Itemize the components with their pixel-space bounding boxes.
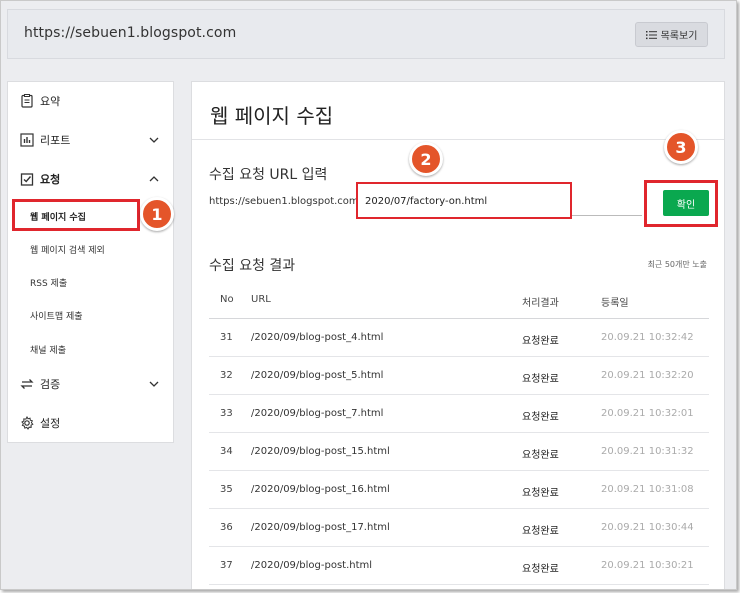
table-row: 34 /2020/09/blog-post_15.html 요청완료 20.09… — [209, 433, 709, 471]
url-prefix: https://sebuen1.blogspot.com/ — [209, 196, 363, 207]
annotation-badge-3: 3 — [664, 130, 698, 164]
chevron-up-icon — [149, 176, 159, 182]
cell-date: 20.09.21 10:30:44 — [601, 522, 694, 533]
sidebar-item-verify[interactable]: 검증 — [8, 369, 173, 399]
sidebar-item-label: 요약 — [40, 95, 61, 108]
cell-no: 35 — [220, 484, 233, 495]
summary-icon — [21, 94, 33, 108]
sidebar-subitem-sitemap-submit[interactable]: 사이트맵 제출 — [30, 309, 83, 322]
sidebar-item-label: 리포트 — [40, 134, 71, 147]
header-url: URL — [251, 294, 271, 305]
table-row: 33 /2020/09/blog-post_7.html 요청완료 20.09.… — [209, 395, 709, 433]
cell-date: 20.09.21 10:32:01 — [601, 408, 694, 419]
annotation-badge-2: 2 — [409, 142, 443, 176]
app-window: https://sebuen1.blogspot.com 목록보기 요약 리포트… — [0, 0, 737, 590]
cell-url: /2020/09/blog-post.html — [251, 560, 373, 571]
url-input-section-title: 수집 요청 URL 입력 — [209, 167, 328, 183]
cell-no: 33 — [220, 408, 233, 419]
cell-date: 20.09.21 10:31:32 — [601, 446, 694, 457]
header-date: 등록일 — [601, 298, 629, 309]
list-icon — [645, 30, 657, 39]
table-row: 35 /2020/09/blog-post_16.html 요청완료 20.09… — [209, 471, 709, 509]
cell-url: /2020/09/blog-post_17.html — [251, 522, 390, 533]
url-input-underline — [572, 215, 642, 216]
cell-date: 20.09.21 10:32:42 — [601, 332, 694, 343]
sidebar-item-settings[interactable]: 설정 — [8, 408, 173, 438]
request-icon — [20, 173, 34, 186]
cell-status: 요청완료 — [522, 488, 559, 499]
cell-no: 36 — [220, 522, 233, 533]
url-input[interactable]: 2020/07/factory-on.html — [356, 182, 572, 219]
table-header: No URL 처리결과 등록일 — [209, 292, 709, 320]
cell-date: 20.09.21 10:31:08 — [601, 484, 694, 495]
sidebar-item-label: 요청 — [40, 173, 61, 186]
header-no: No — [220, 294, 234, 305]
cell-url: /2020/09/blog-post_5.html — [251, 370, 384, 381]
sidebar-item-label: 설정 — [40, 417, 61, 430]
cell-date: 20.09.21 10:32:20 — [601, 370, 694, 381]
highlight-web-page-collect — [12, 199, 140, 231]
cell-url: /2020/09/blog-post_15.html — [251, 446, 390, 457]
page-title: 웹 페이지 수집 — [210, 104, 334, 128]
list-view-button-label: 목록보기 — [660, 31, 698, 42]
confirm-button[interactable]: 확인 — [663, 190, 709, 216]
sidebar-subitem-rss-submit[interactable]: RSS 제출 — [30, 276, 67, 289]
annotation-badge-1: 1 — [140, 197, 174, 231]
sidebar-subitem-channel-submit[interactable]: 채널 제출 — [30, 343, 66, 356]
site-url: https://sebuen1.blogspot.com — [24, 25, 237, 41]
table-row: 37 /2020/09/blog-post.html 요청완료 20.09.21… — [209, 547, 709, 585]
verify-icon — [20, 379, 34, 389]
top-bar: https://sebuen1.blogspot.com 목록보기 — [7, 9, 725, 59]
cell-no: 37 — [220, 560, 233, 571]
cell-status: 요청완료 — [522, 374, 559, 385]
sidebar-item-request[interactable]: 요청 — [8, 164, 173, 194]
table-row: 32 /2020/09/blog-post_5.html 요청완료 20.09.… — [209, 357, 709, 395]
sidebar-item-summary[interactable]: 요약 — [8, 86, 173, 116]
divider — [192, 139, 724, 140]
cell-status: 요청완료 — [522, 564, 559, 575]
cell-url: /2020/09/blog-post_16.html — [251, 484, 390, 495]
report-icon — [20, 133, 34, 147]
cell-status: 요청완료 — [522, 412, 559, 423]
cell-status: 요청완료 — [522, 450, 559, 461]
header-status: 처리결과 — [522, 298, 559, 309]
list-view-button[interactable]: 목록보기 — [635, 22, 708, 47]
cell-no: 31 — [220, 332, 233, 343]
cell-date: 20.09.21 10:30:21 — [601, 560, 694, 571]
cell-no: 34 — [220, 446, 233, 457]
results-section-title: 수집 요청 결과 — [209, 258, 296, 274]
main-panel: 웹 페이지 수집 수집 요청 URL 입력 https://sebuen1.bl… — [191, 81, 725, 589]
chevron-down-icon — [149, 137, 159, 143]
cell-status: 요청완료 — [522, 526, 559, 537]
sidebar-subitem-web-page-exclude[interactable]: 웹 페이지 검색 제외 — [30, 243, 105, 256]
table-row: 31 /2020/09/blog-post_4.html 요청완료 20.09.… — [209, 319, 709, 357]
sidebar: 요약 리포트 요청 웹 페이지 수집 웹 페이지 검색 제외 RSS 제출 사이… — [7, 81, 174, 443]
recent-note: 최근 50개만 노출 — [647, 260, 707, 269]
cell-url: /2020/09/blog-post_4.html — [251, 332, 384, 343]
sidebar-item-label: 검증 — [40, 378, 61, 391]
cell-url: /2020/09/blog-post_7.html — [251, 408, 384, 419]
gear-icon — [21, 416, 34, 430]
cell-no: 32 — [220, 370, 233, 381]
table-row: 36 /2020/09/blog-post_17.html 요청완료 20.09… — [209, 509, 709, 547]
sidebar-item-report[interactable]: 리포트 — [8, 125, 173, 155]
chevron-down-icon — [149, 381, 159, 387]
cell-status: 요청완료 — [522, 336, 559, 347]
